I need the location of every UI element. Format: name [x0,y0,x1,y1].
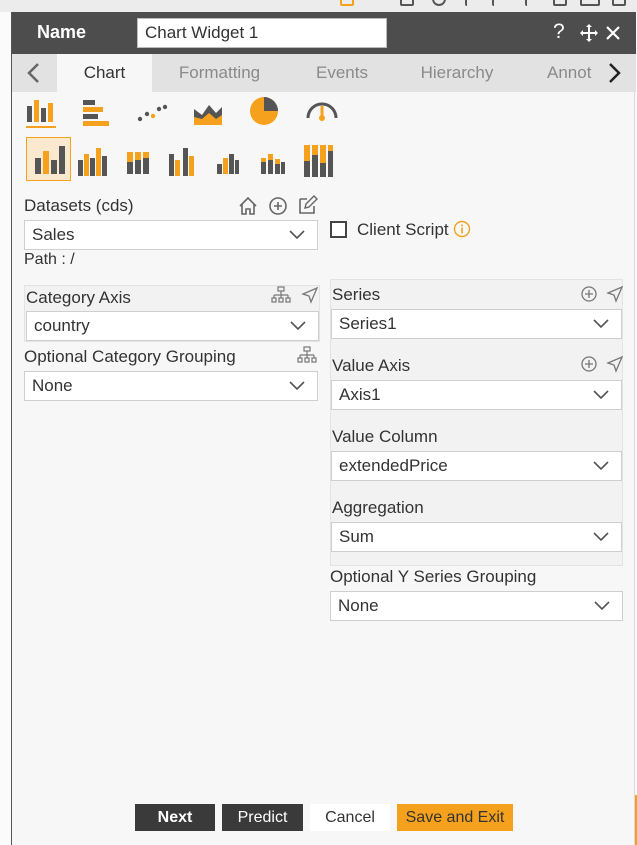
column-subtype-icon [35,146,65,174]
optional-category-grouping-value: None [32,376,73,395]
toolbar-icon[interactable] [612,0,626,6]
value-axis-select[interactable]: Axis1 [331,380,622,410]
category-axis-select[interactable]: country [26,311,319,341]
stacked-column-icon[interactable] [126,146,152,176]
datasets-select[interactable]: Sales [24,220,318,250]
chart-widget-panel: Name ? Chart Formatting Events Hierarchy… [11,12,636,845]
value-column-value: extendedPrice [339,456,448,475]
series-label: Series [332,285,381,304]
hierarchy-icon[interactable] [271,286,291,304]
tab-annotations[interactable]: Annot [524,54,596,92]
grouped-column-icon[interactable] [76,142,110,178]
tab-scroll-left-icon[interactable] [12,54,52,92]
top-toolbar-strip [0,0,637,12]
optional-y-series-grouping-label: Optional Y Series Grouping [330,567,537,586]
chevron-down-icon [289,381,305,391]
stacked-column-small-icon[interactable] [260,150,286,176]
cancel-button[interactable]: Cancel [310,804,390,831]
add-series-icon[interactable] [580,285,598,303]
value-axis-value: Axis1 [339,385,381,404]
chevron-down-icon [593,319,609,329]
chevron-down-icon [290,321,306,331]
chevron-down-icon [593,390,609,400]
add-dataset-icon[interactable] [267,195,289,217]
column-small-icon[interactable] [216,150,240,176]
name-input[interactable] [137,18,387,48]
toolbar-icon[interactable] [580,0,600,6]
client-script-checkbox[interactable] [330,221,347,238]
toolbar-icon[interactable] [525,0,539,6]
next-button[interactable]: Next [135,804,215,831]
aggregation-label: Aggregation [332,498,424,517]
tab-hierarchy[interactable]: Hierarchy [407,54,507,92]
value-axis-label: Value Axis [332,356,411,375]
area-chart-icon[interactable] [192,97,224,129]
tab-bar: Chart Formatting Events Hierarchy Annot [12,54,636,92]
grouped-column-2-icon[interactable] [167,144,199,178]
column-chart-icon[interactable] [24,96,58,130]
home-icon[interactable] [237,195,259,217]
toolbar-icon[interactable] [465,0,479,6]
optional-y-series-grouping-value: None [338,596,379,615]
datasets-value: Sales [32,225,75,244]
aggregation-select[interactable]: Sum [331,522,622,552]
category-axis-label: Category Axis [26,288,131,307]
bar-chart-icon[interactable] [81,97,113,129]
series-value: Series1 [339,314,397,333]
info-icon[interactable] [453,220,471,238]
chevron-down-icon [594,601,610,611]
value-column-label: Value Column [332,427,438,446]
chevron-down-icon [289,230,305,240]
navigate-icon[interactable] [606,285,624,303]
column-subtype-selected[interactable] [26,137,71,181]
datasets-label: Datasets (cds) [24,196,134,215]
optional-category-grouping-label: Optional Category Grouping [24,347,236,366]
toolbar-icon[interactable] [553,0,567,6]
client-script-label: Client Script [357,220,449,239]
close-icon[interactable] [605,25,621,41]
tab-chart[interactable]: Chart [57,54,152,92]
scatter-chart-icon[interactable] [136,97,168,129]
add-axis-icon[interactable] [580,355,598,373]
toolbar-icon[interactable] [400,0,414,6]
chevron-down-icon [593,532,609,542]
tab-events[interactable]: Events [292,54,392,92]
toolbar-icon[interactable] [492,0,506,6]
value-column-select[interactable]: extendedPrice [331,451,622,481]
edit-icon[interactable] [296,194,318,216]
optional-category-grouping-select[interactable]: None [24,371,318,401]
pie-chart-icon[interactable] [248,95,280,127]
category-axis-value: country [34,316,90,335]
tab-scroll-right-icon[interactable] [596,54,636,92]
save-and-exit-button[interactable]: Save and Exit [397,804,513,831]
tab-formatting[interactable]: Formatting [162,54,277,92]
panel-header: Name ? [12,12,636,54]
toolbar-icon[interactable] [340,0,354,6]
navigate-icon[interactable] [606,355,624,373]
optional-y-series-grouping-select[interactable]: None [330,591,623,621]
hierarchy-icon[interactable] [297,346,317,364]
aggregation-value: Sum [339,527,374,546]
full-stacked-column-icon[interactable] [302,143,334,179]
help-icon[interactable]: ? [553,20,565,44]
dataset-path: Path : / [24,251,75,268]
predict-button[interactable]: Predict [222,804,303,831]
chevron-down-icon [593,461,609,471]
name-label: Name [37,22,87,42]
toolbar-icon[interactable] [432,0,446,6]
gauge-chart-icon[interactable] [305,96,339,128]
move-icon[interactable] [579,23,599,43]
series-select[interactable]: Series1 [331,309,622,339]
navigate-icon[interactable] [301,286,319,304]
